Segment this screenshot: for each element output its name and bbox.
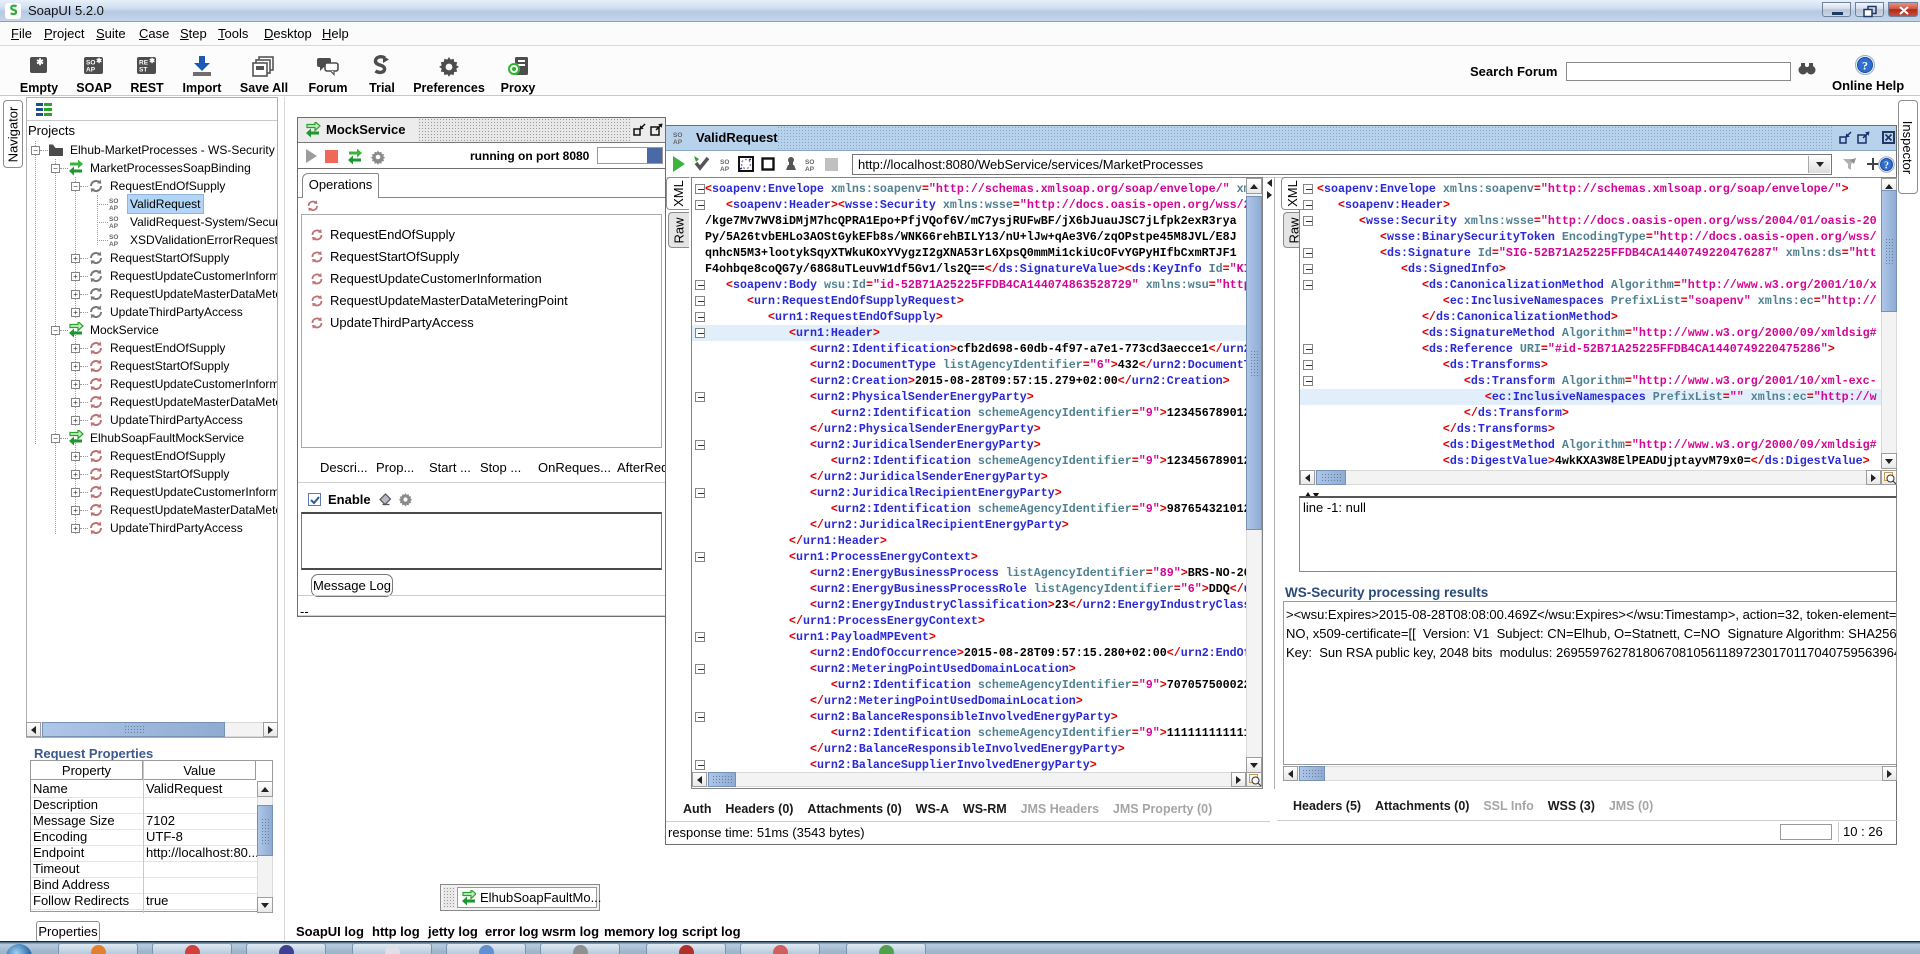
svg-text:AP: AP [109,223,119,230]
svg-text:SO: SO [720,159,729,166]
svg-text:SO: SO [673,132,682,139]
svg-text:?: ? [1884,161,1889,172]
svg-text:SO: SO [109,234,118,241]
svg-text:AP: AP [673,139,683,146]
svg-text:SO: SO [109,198,118,205]
svg-text:AP: AP [109,205,119,212]
svg-text:SO: SO [805,159,814,166]
svg-text:AP: AP [109,241,119,248]
svg-text:AP: AP [720,166,730,173]
svg-text:SO: SO [109,216,118,223]
svg-text:AP: AP [805,166,815,173]
